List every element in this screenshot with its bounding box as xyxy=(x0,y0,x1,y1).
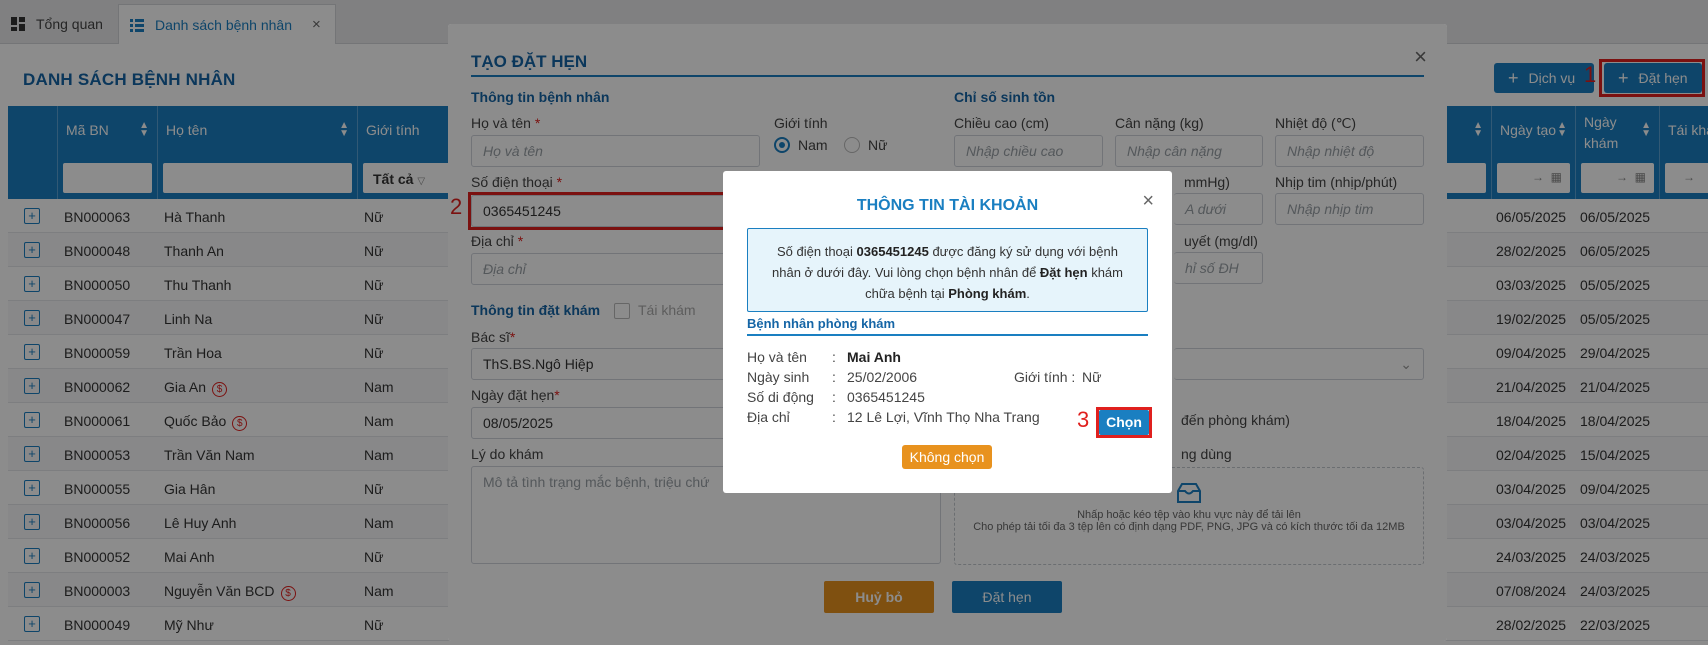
skip-button[interactable]: Không chọn xyxy=(902,445,992,469)
info-action: Đặt hẹn xyxy=(1039,265,1088,280)
info-phone: 0365451245 xyxy=(856,244,929,259)
dob-label: Ngày sinh xyxy=(747,369,810,385)
mobile-value: 0365451245 xyxy=(847,389,925,405)
account-info-dialog: THÔNG TIN TÀI KHOẢN × Số điện thoại 0365… xyxy=(723,171,1172,493)
patient-gender-label: Giới tính : xyxy=(1014,369,1076,385)
colon: : xyxy=(832,409,836,425)
colon: : xyxy=(832,349,836,365)
patient-gender-value: Nữ xyxy=(1082,369,1102,385)
info-text: Số điện thoại xyxy=(777,244,857,259)
patient-name-label: Họ và tên xyxy=(747,349,807,365)
mobile-label: Số di động xyxy=(747,389,814,405)
step-marker-3: 3 xyxy=(1077,407,1090,432)
section-divider xyxy=(747,334,1148,336)
info-place: Phòng khám xyxy=(948,286,1027,301)
patient-address-value: 12 Lê Lợi, Vĩnh Thọ Nha Trang xyxy=(847,409,1040,425)
close-icon[interactable]: × xyxy=(1142,190,1154,213)
info-message: Số điện thoại 0365451245 được đăng ký sử… xyxy=(747,228,1148,312)
dialog-title: THÔNG TIN TÀI KHOẢN xyxy=(856,197,1039,214)
dob-value: 25/02/2006 xyxy=(847,369,918,385)
colon: : xyxy=(832,389,836,405)
highlight-box-choose xyxy=(1096,407,1152,438)
info-text: . xyxy=(1026,286,1030,301)
patient-address-label: Địa chỉ xyxy=(747,409,790,425)
clinic-patient-section: Bệnh nhân phòng khám xyxy=(747,316,896,331)
patient-name-value: Mai Anh xyxy=(847,349,901,365)
colon: : xyxy=(832,369,836,385)
